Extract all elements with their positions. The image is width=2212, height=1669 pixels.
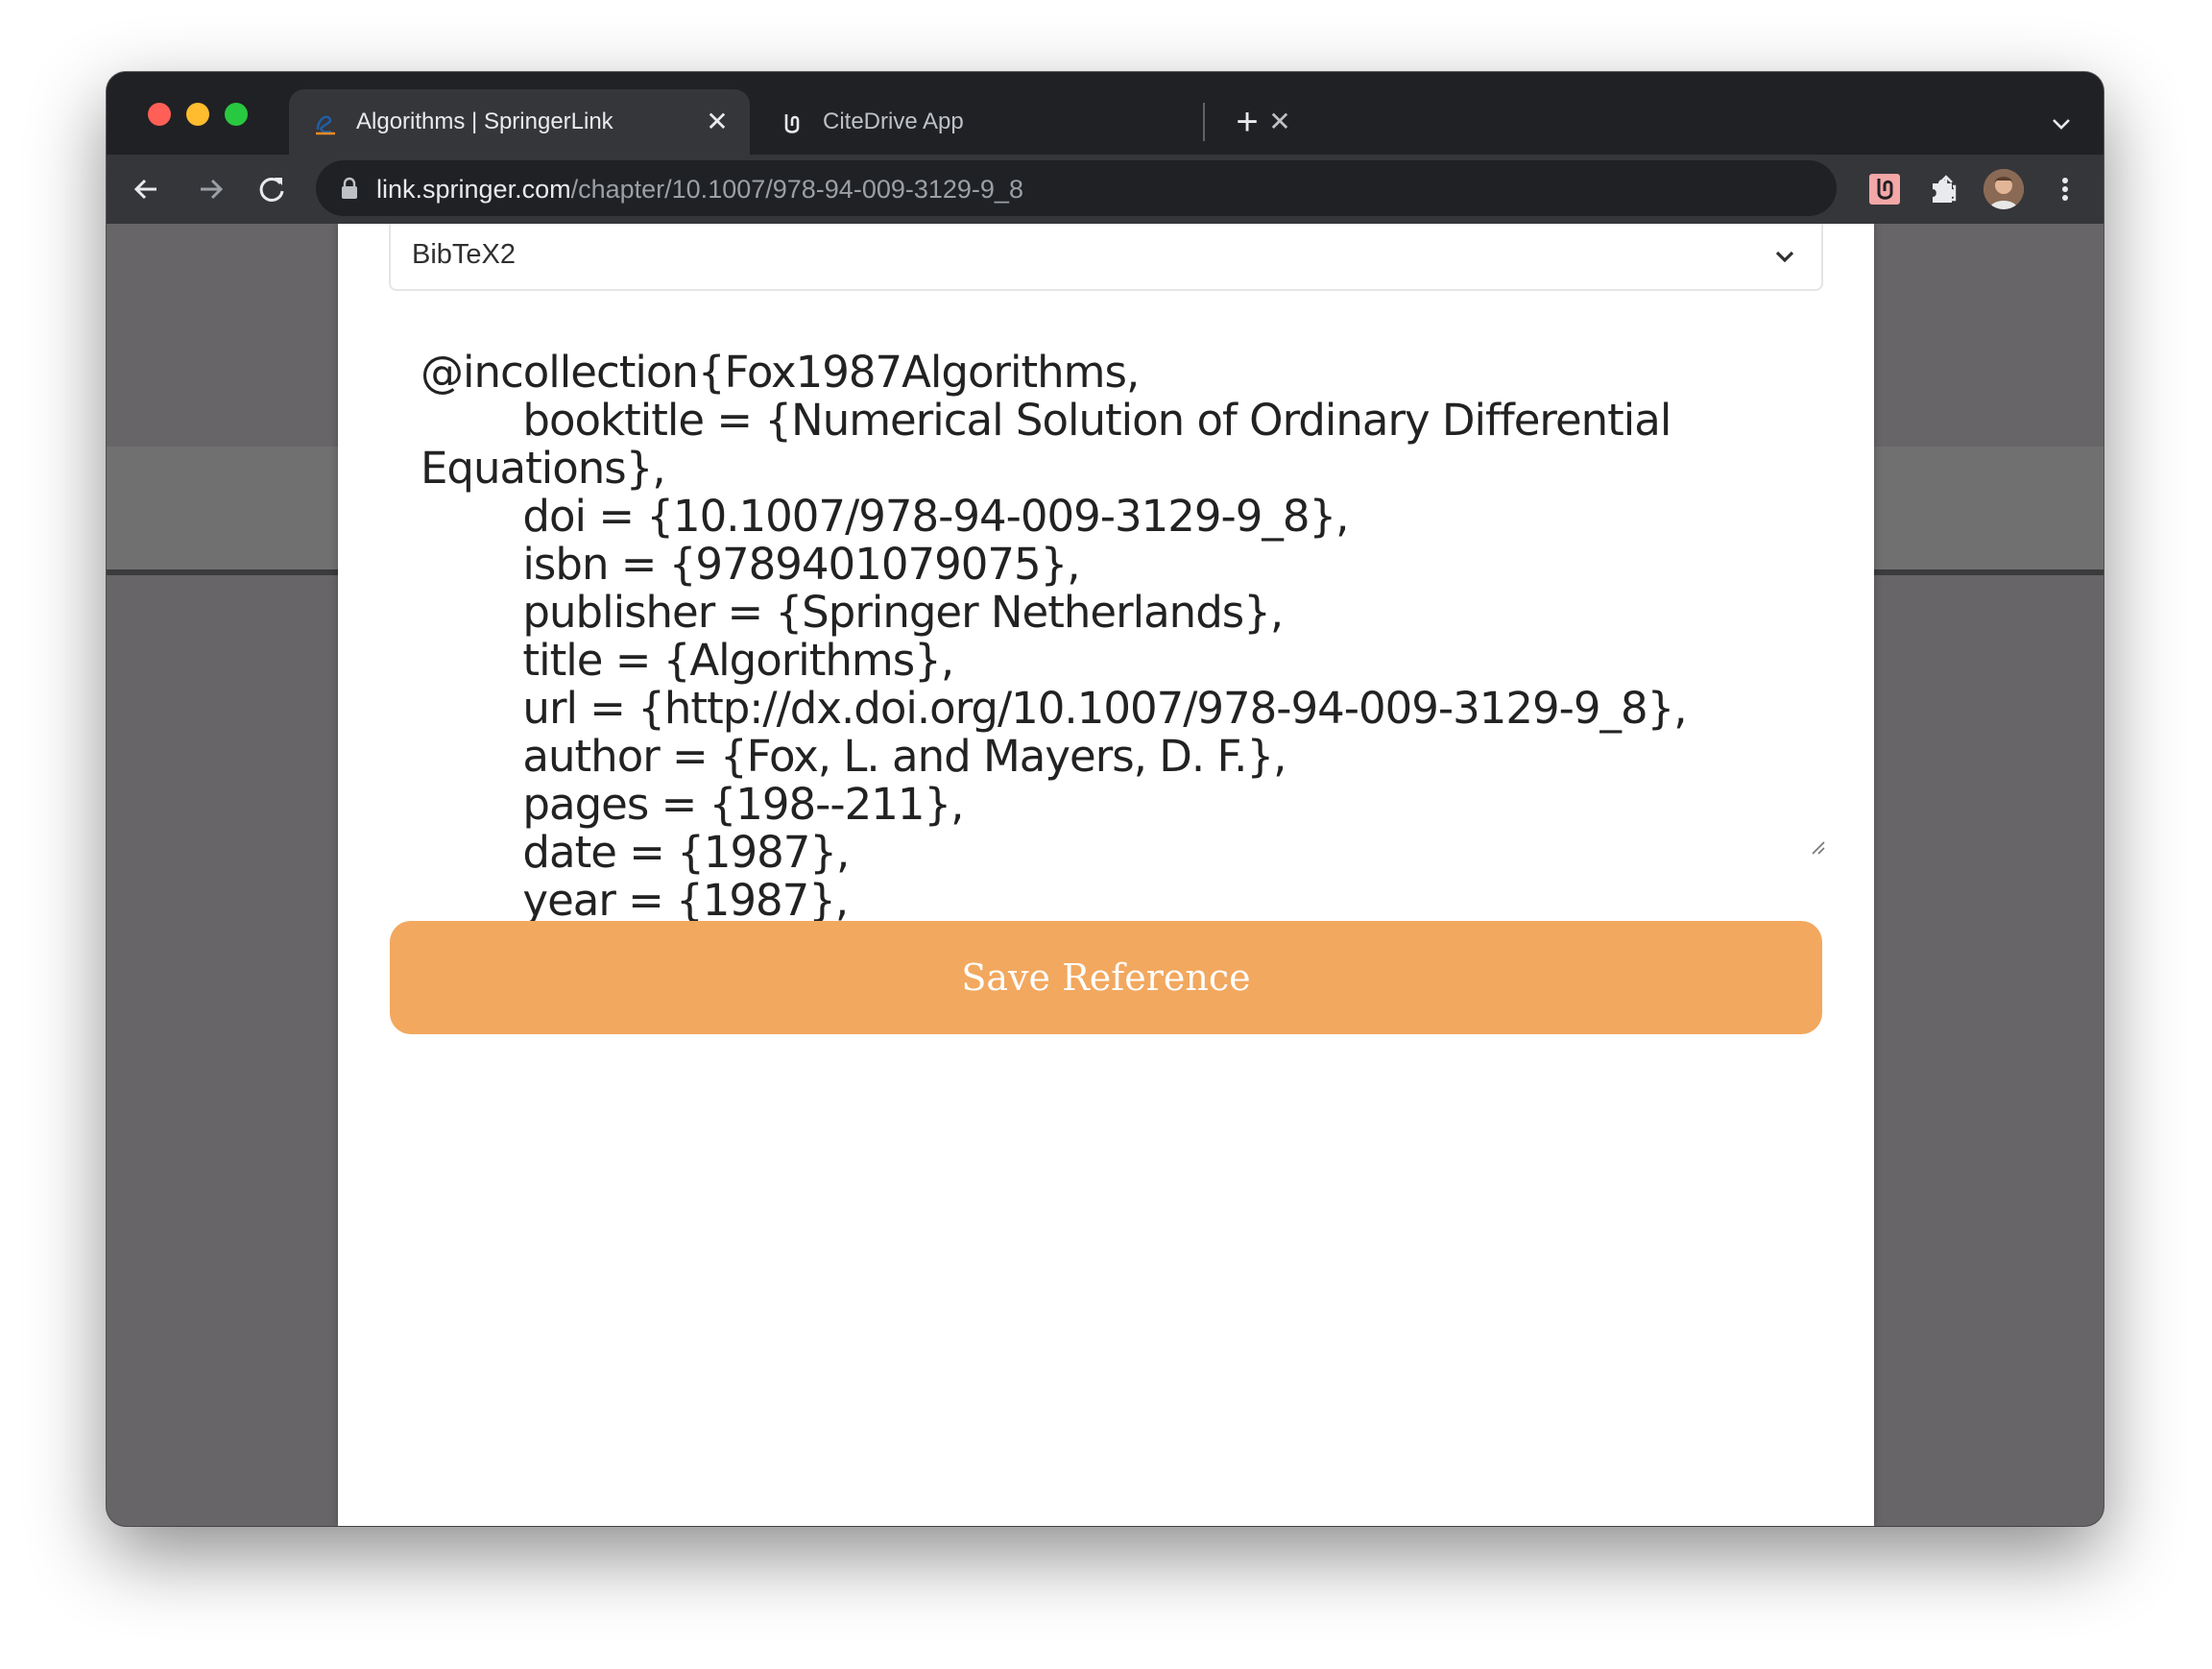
url-path: /chapter/10.1007/978-94-009-3129-9_8 bbox=[570, 175, 1023, 204]
tab-close-icon[interactable]: ✕ bbox=[1264, 107, 1295, 137]
minimize-window-button[interactable] bbox=[186, 103, 209, 126]
back-icon[interactable] bbox=[126, 168, 168, 210]
tab-title: CiteDrive App bbox=[823, 109, 964, 134]
format-select-value: BibTeX2 bbox=[412, 239, 517, 270]
url-host: link.springer.com bbox=[376, 175, 571, 204]
citedrive-extension-icon[interactable] bbox=[1867, 172, 1902, 206]
chevron-down-icon[interactable] bbox=[1769, 241, 1800, 272]
new-tab-button[interactable]: + bbox=[1226, 101, 1268, 143]
tab-title: Algorithms | SpringerLink bbox=[356, 109, 613, 134]
bibtex-textarea[interactable]: @incollection{Fox1987Algorithms, booktit… bbox=[421, 349, 1803, 973]
tab-springerlink[interactable]: Algorithms | SpringerLink ✕ bbox=[289, 89, 750, 155]
save-reference-button[interactable]: Save Reference bbox=[390, 921, 1822, 1034]
url-text[interactable]: link.springer.com/chapter/10.1007/978-94… bbox=[376, 175, 1023, 205]
lock-icon[interactable] bbox=[339, 177, 360, 200]
tab-divider bbox=[1203, 103, 1205, 141]
citedrive-panel: BibTeX2 @incollection{Fox1987Algorithms,… bbox=[338, 224, 1874, 1526]
avatar[interactable] bbox=[1984, 169, 2024, 209]
browser-toolbar: link.springer.com/chapter/10.1007/978-94… bbox=[107, 155, 2104, 224]
zoom-window-button[interactable] bbox=[225, 103, 248, 126]
springer-favicon-icon bbox=[316, 115, 335, 135]
forward-icon[interactable] bbox=[189, 168, 231, 210]
puzzle-icon[interactable] bbox=[1927, 172, 1961, 206]
reload-icon[interactable] bbox=[251, 168, 293, 210]
avatar-face-icon bbox=[1984, 169, 2024, 209]
close-window-button[interactable] bbox=[148, 103, 171, 126]
kebab-menu-icon[interactable] bbox=[2048, 172, 2082, 206]
resize-grip-icon[interactable] bbox=[1809, 838, 1826, 856]
tab-strip: Algorithms | SpringerLink ✕ CiteDrive Ap… bbox=[107, 72, 2104, 155]
format-select[interactable]: BibTeX2 bbox=[389, 224, 1823, 291]
address-bar[interactable]: link.springer.com/chapter/10.1007/978-94… bbox=[316, 160, 2022, 216]
tab-search-chevron-icon[interactable] bbox=[2046, 109, 2077, 139]
browser-window: Algorithms | SpringerLink ✕ CiteDrive Ap… bbox=[107, 72, 2104, 1526]
page-viewport: BibTeX2 @incollection{Fox1987Algorithms,… bbox=[107, 224, 2104, 1526]
citedrive-favicon-icon bbox=[784, 114, 800, 133]
tab-close-icon[interactable]: ✕ bbox=[702, 107, 733, 137]
tab-citedrive[interactable]: CiteDrive App ✕ bbox=[756, 89, 1303, 155]
